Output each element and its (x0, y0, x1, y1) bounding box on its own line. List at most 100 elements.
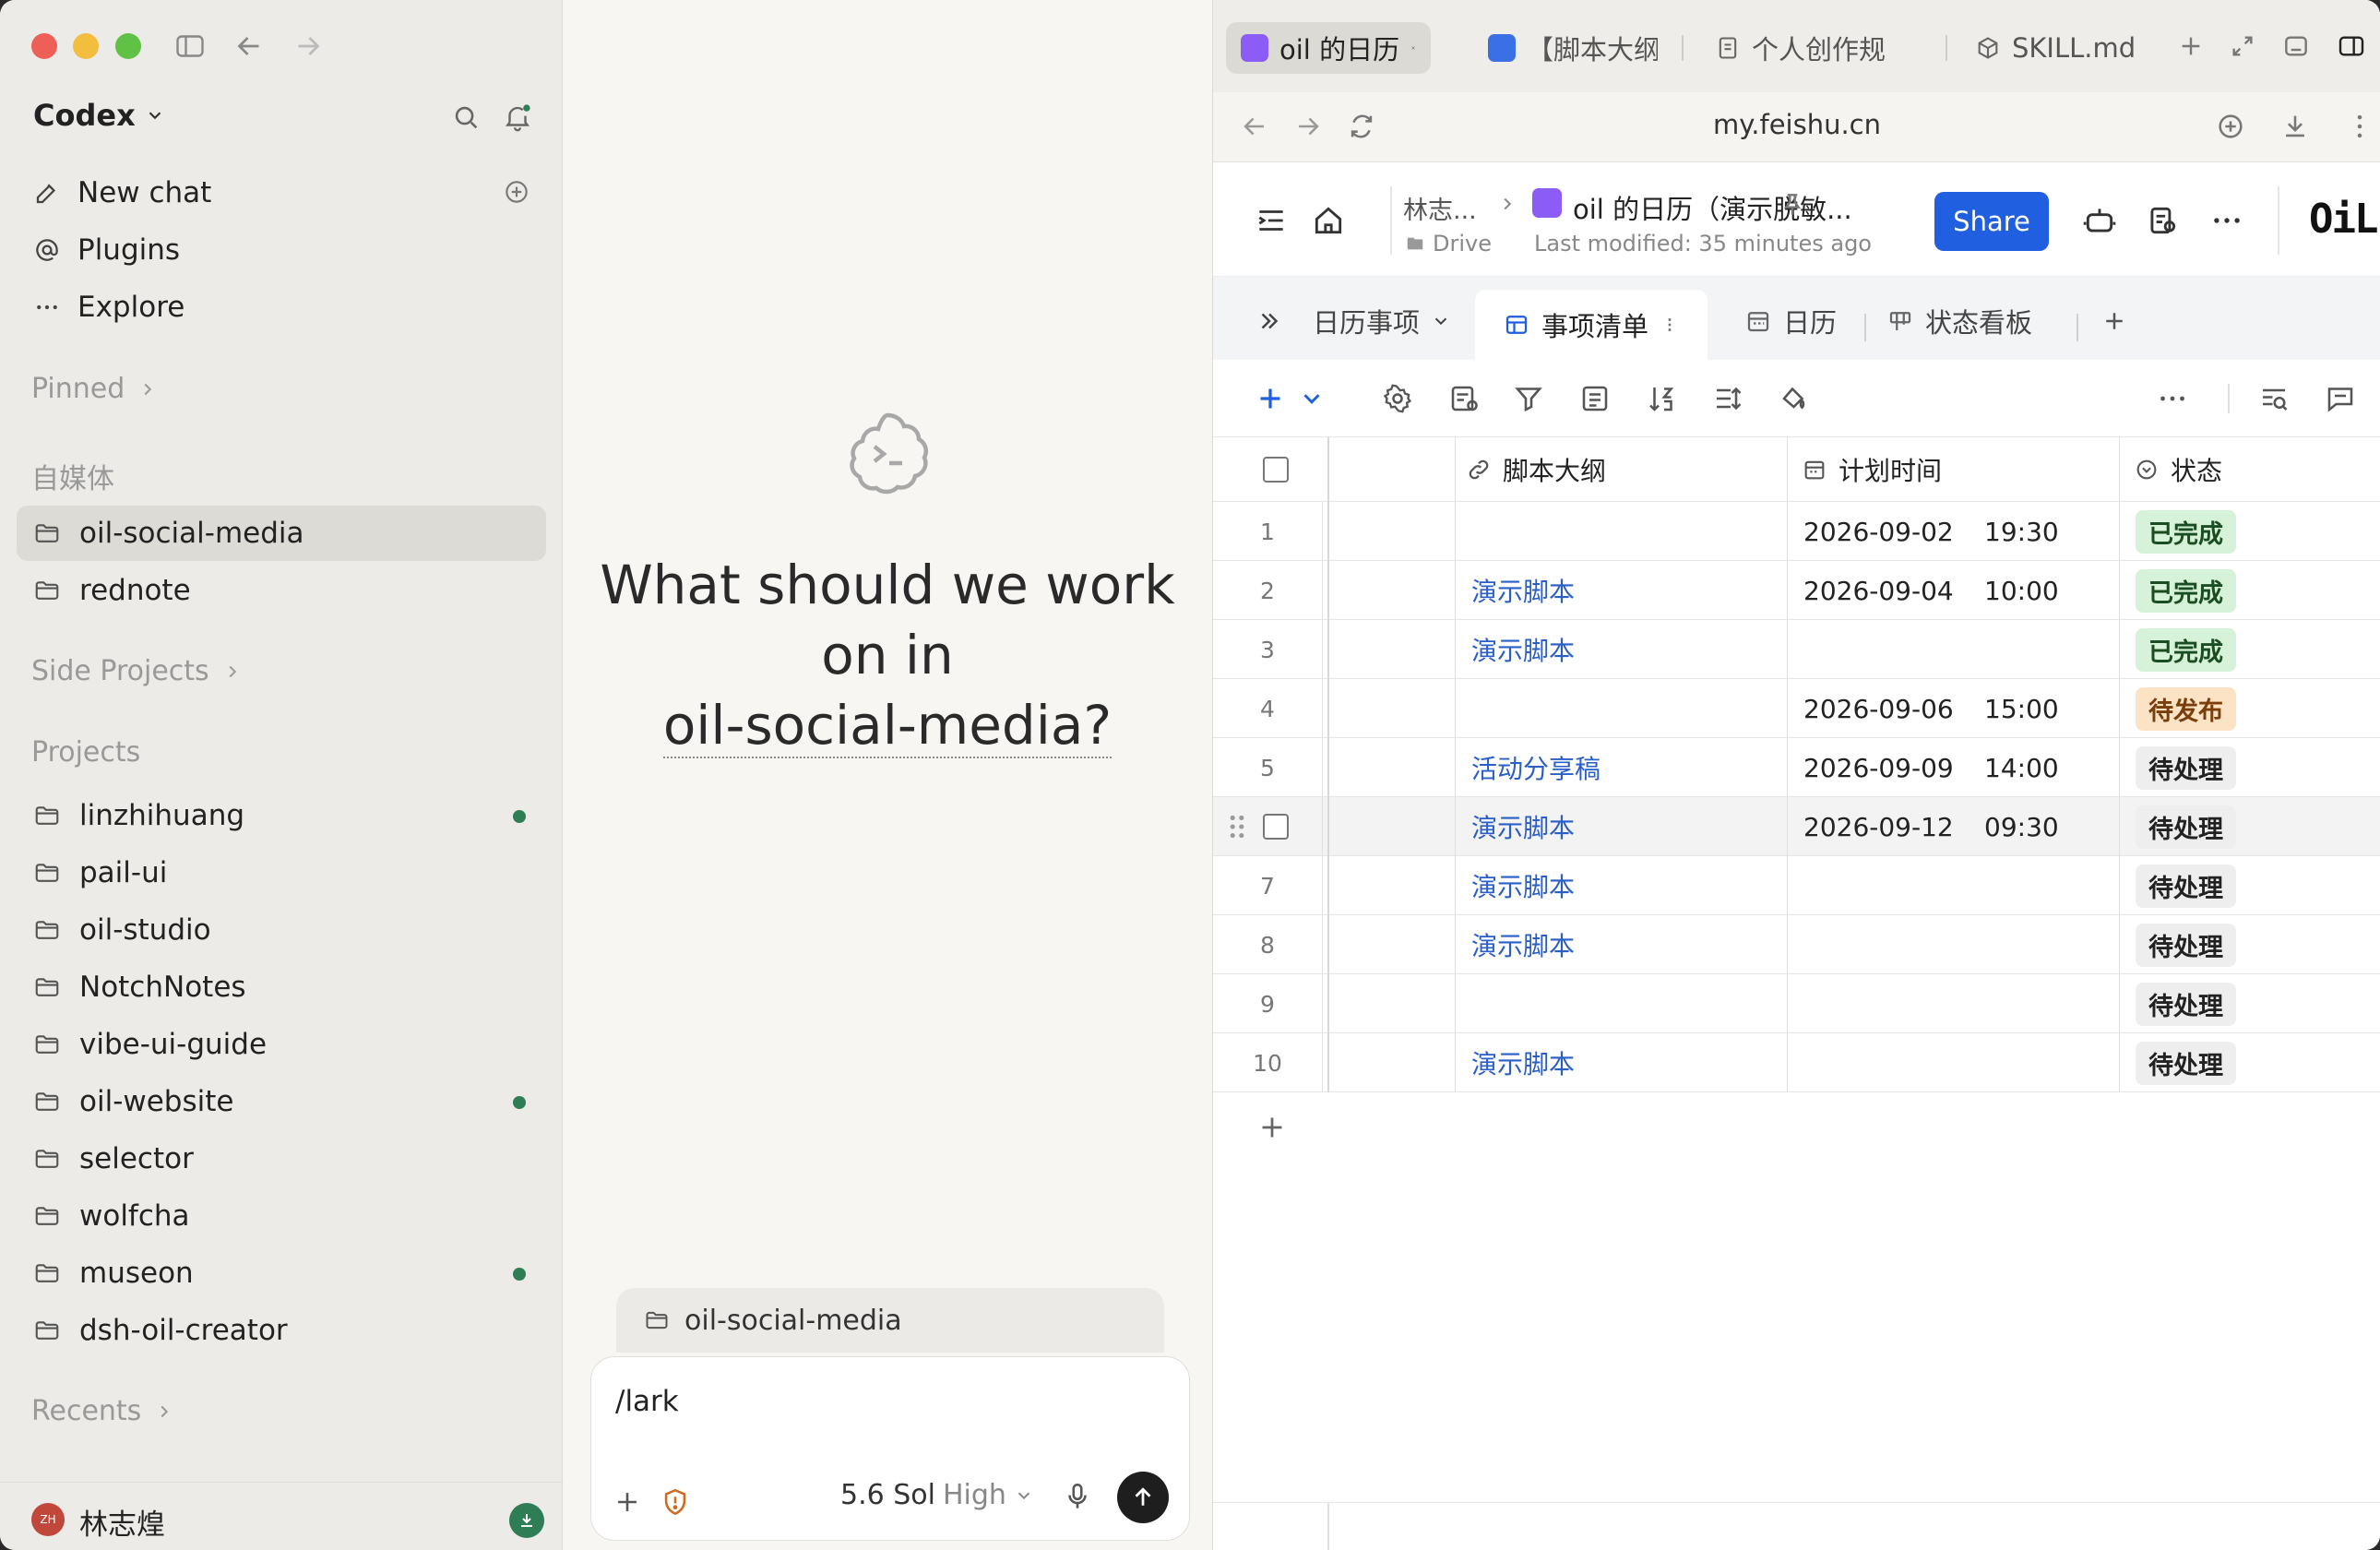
status-cell[interactable]: 待处理 (2136, 738, 2236, 797)
status-cell[interactable]: 已完成 (2136, 620, 2236, 679)
planned-date[interactable]: 2026-09-09 (1803, 738, 1954, 797)
table-row[interactable]: 8 演示脚本 待处理 (1213, 915, 2380, 974)
status-cell[interactable]: 已完成 (2136, 502, 2236, 561)
add-record-menu-chevron-icon[interactable] (1298, 382, 1331, 415)
more-options-icon[interactable] (2209, 203, 2244, 238)
project-oil-studio[interactable]: oil-studio (17, 902, 546, 958)
project-selector[interactable]: selector (17, 1131, 546, 1186)
notification-bell-icon[interactable] (502, 101, 533, 133)
project-museon[interactable]: museon (17, 1246, 546, 1301)
project-pail-ui[interactable]: pail-ui (17, 845, 546, 900)
script-link[interactable]: 演示脚本 (1471, 1033, 1575, 1092)
row-height-icon[interactable] (1711, 382, 1744, 415)
microphone-icon[interactable] (1062, 1481, 1093, 1512)
project-notchnotes[interactable]: NotchNotes (17, 960, 546, 1015)
select-all-checkbox[interactable] (1263, 437, 1289, 502)
expand-sidebar-icon[interactable] (1254, 203, 1289, 238)
status-cell[interactable]: 待处理 (2136, 797, 2236, 856)
minimize-window-button[interactable] (73, 33, 99, 59)
collapse-tables-icon[interactable] (1255, 293, 1283, 349)
close-tab-icon[interactable] (1410, 38, 1416, 58)
search-records-icon[interactable] (2257, 382, 2291, 415)
doc-info-icon[interactable] (2145, 203, 2180, 238)
forward-arrow-icon[interactable] (292, 30, 325, 63)
side-projects-section[interactable]: Side Projects (31, 655, 243, 687)
planned-time[interactable]: 15:00 (1984, 679, 2059, 738)
script-link[interactable]: 演示脚本 (1471, 856, 1575, 915)
close-window-button[interactable] (31, 33, 57, 59)
ai-assistant-icon[interactable] (2082, 203, 2117, 238)
script-link[interactable]: 演示脚本 (1471, 620, 1575, 679)
add-attachment-icon[interactable] (612, 1486, 643, 1518)
model-selector[interactable]: 5.6 Sol High (840, 1479, 1034, 1511)
project-linzhihuang[interactable]: linzhihuang (17, 788, 546, 843)
breadcrumb-location[interactable]: Drive (1405, 231, 1492, 256)
back-arrow-icon[interactable] (232, 30, 266, 63)
tab-task-list[interactable]: 事项清单 (1475, 290, 1708, 360)
column-header-script[interactable]: 脚本大纲 (1451, 437, 1606, 502)
script-link[interactable]: 活动分享稿 (1471, 738, 1601, 797)
breadcrumb-parent[interactable]: 林志... (1403, 190, 1477, 226)
home-icon[interactable] (1311, 203, 1346, 238)
heading-project-link[interactable]: oil-social-media? (662, 694, 1113, 758)
table-row[interactable]: 9 待处理 (1213, 974, 2380, 1033)
new-tab-plus-icon[interactable] (2176, 31, 2206, 61)
status-cell[interactable]: 待处理 (2136, 974, 2236, 1033)
url-field[interactable]: my.feishu.cn (1213, 109, 2380, 140)
table-row[interactable]: 5 活动分享稿 2026-09-09 14:00 待处理 (1213, 738, 2380, 797)
status-cell[interactable]: 已完成 (2136, 561, 2236, 620)
new-chat-plus-icon[interactable] (502, 177, 531, 207)
context-project-chip[interactable]: oil-social-media (616, 1288, 1164, 1353)
comments-icon[interactable] (2324, 382, 2357, 415)
sidebar-toggle-icon[interactable] (173, 30, 207, 63)
doc-title[interactable]: oil 的日历（演示脱敏... (1573, 188, 1852, 227)
column-header-planned-time[interactable]: 计划时间 (1787, 437, 1942, 502)
browser-tab-skill-md[interactable]: SKILL.md (1960, 22, 2154, 74)
table-row[interactable]: 2 演示脚本 2026-09-04 10:00 已完成 (1213, 561, 2380, 620)
fill-color-icon[interactable] (1776, 382, 1809, 415)
send-button[interactable] (1117, 1472, 1169, 1523)
filter-icon[interactable] (1512, 382, 1545, 415)
script-link[interactable]: 演示脚本 (1471, 797, 1575, 856)
more-options-icon[interactable] (2156, 382, 2189, 415)
pinned-section[interactable]: Pinned (31, 373, 158, 405)
table-row[interactable]: 10 演示脚本 待处理 (1213, 1033, 2380, 1092)
group-icon[interactable] (1578, 382, 1612, 415)
planned-time[interactable]: 19:30 (1984, 502, 2059, 561)
plugins-button[interactable]: Plugins (33, 227, 180, 273)
split-view-icon[interactable] (2337, 31, 2366, 61)
project-vibe-ui-guide[interactable]: vibe-ui-guide (17, 1017, 546, 1072)
tab-status-board[interactable]: 状态看板 (1886, 293, 2032, 349)
script-link[interactable]: 演示脚本 (1471, 915, 1575, 974)
browser-tab-creation-rules[interactable]: 个人创作规 (1700, 22, 1922, 74)
status-cell[interactable]: 待处理 (2136, 915, 2236, 974)
planned-date[interactable]: 2026-09-12 (1803, 797, 1954, 856)
window-mode-icon[interactable] (2281, 31, 2311, 61)
permission-shield-icon[interactable] (660, 1486, 691, 1518)
folder-rednote[interactable]: rednote (17, 563, 546, 618)
planned-date[interactable]: 2026-09-04 (1803, 561, 1954, 620)
sort-icon[interactable] (1645, 382, 1678, 415)
planned-date[interactable]: 2026-09-06 (1803, 679, 1954, 738)
project-oil-website[interactable]: oil-website (17, 1074, 546, 1129)
column-header-status[interactable]: 状态 (2119, 437, 2222, 502)
more-vertical-icon[interactable] (2344, 111, 2375, 142)
download-update-icon[interactable] (509, 1503, 544, 1538)
zoom-window-button[interactable] (115, 33, 141, 59)
project-wolfcha[interactable]: wolfcha (17, 1188, 546, 1244)
pin-icon[interactable] (1778, 190, 1807, 220)
project-dsh-oil-creator[interactable]: dsh-oil-creator (17, 1303, 546, 1358)
row-checkbox[interactable] (1263, 797, 1289, 856)
status-cell[interactable]: 待处理 (2136, 856, 2236, 915)
script-link[interactable]: 演示脚本 (1471, 561, 1575, 620)
user-name[interactable]: 林志煌 (79, 1501, 165, 1543)
app-title-switcher[interactable]: Codex (33, 98, 165, 133)
share-button[interactable]: Share (1934, 192, 2049, 251)
avatar[interactable]: ZH (31, 1503, 65, 1536)
add-view-icon[interactable] (2100, 293, 2128, 349)
planned-time[interactable]: 09:30 (1984, 797, 2059, 856)
drag-handle-icon[interactable] (1226, 797, 1248, 856)
more-vertical-icon[interactable] (1660, 315, 1680, 335)
add-record-icon[interactable] (1254, 382, 1287, 415)
expand-icon[interactable] (2228, 31, 2257, 61)
